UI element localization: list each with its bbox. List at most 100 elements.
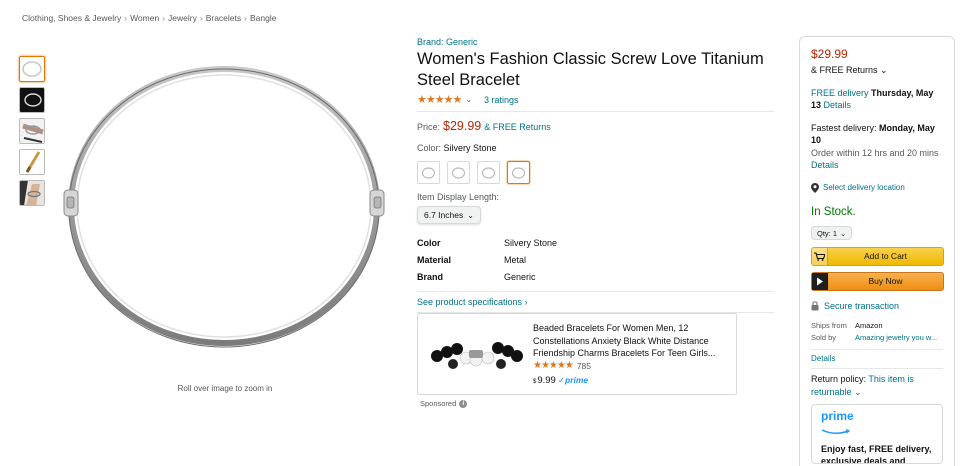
sponsored-product-image[interactable] xyxy=(428,334,525,374)
breadcrumb-item-jewelry[interactable]: Jewelry xyxy=(168,13,197,23)
color-swatch-selected[interactable] xyxy=(507,161,530,184)
ships-from-value: Amazon xyxy=(855,320,883,330)
price-value: $29.99 xyxy=(443,119,482,133)
add-to-cart-label: Add to Cart xyxy=(864,251,907,261)
ships-sold-table: Ships from Amazon Sold by Amazing jewelr… xyxy=(811,319,943,343)
rating-count[interactable]: 785 xyxy=(577,361,591,371)
length-value: 6.7 Inches xyxy=(424,210,464,220)
screwdriver-thumbnail-image xyxy=(25,151,41,173)
seller-details-link[interactable]: Details xyxy=(811,354,943,363)
beaded-bracelet-image xyxy=(431,342,523,369)
breadcrumb-separator: › xyxy=(199,13,203,23)
prime-badge-icon: ✓prime xyxy=(557,375,589,385)
select-location-link[interactable]: Select delivery location xyxy=(823,182,905,195)
star-rating[interactable]: ★★★★★ xyxy=(417,93,462,106)
prime-promo-text: Enjoy fast, FREE delivery, exclusive dea… xyxy=(821,444,932,464)
color-swatches xyxy=(417,161,774,184)
color-row: Color: Silvery Stone xyxy=(417,143,774,153)
lock-icon xyxy=(811,300,819,311)
buy-now-label: Buy Now xyxy=(868,276,903,286)
sponsored-text: Sponsored xyxy=(420,399,457,408)
free-delivery-link[interactable]: FREE delivery xyxy=(811,88,869,98)
spec-row: Brand Generic xyxy=(417,268,774,285)
breadcrumb-item-women[interactable]: Women xyxy=(130,13,159,23)
price-label: Price: xyxy=(417,122,441,132)
fastest-details-link[interactable]: Details xyxy=(811,159,943,172)
sold-by-row: Sold by Amazing jewelry you w... xyxy=(811,331,943,343)
bracelet-dark-thumbnail-image xyxy=(20,88,44,112)
info-icon[interactable]: i xyxy=(459,399,468,408)
spec-key: Brand xyxy=(417,271,444,282)
secure-transaction-link[interactable]: Secure transaction xyxy=(824,300,899,313)
breadcrumb-item-bracelets[interactable]: Bracelets xyxy=(206,13,241,23)
zoom-hint: Roll over image to zoom in xyxy=(177,384,273,393)
thumbnail-list xyxy=(19,56,47,211)
breadcrumb-item-clothing[interactable]: Clothing, Shoes & Jewelry xyxy=(22,13,121,23)
main-product-image[interactable] xyxy=(58,58,396,358)
breadcrumb: Clothing, Shoes & Jewelry › Women › Jewelry ›… xyxy=(22,13,276,23)
fastest-delivery-info: Fastest delivery: Monday, May 10 Order w… xyxy=(811,122,943,172)
color-swatch[interactable] xyxy=(477,161,500,184)
thumbnail-bracelet-white[interactable] xyxy=(19,56,45,82)
location-pin-icon xyxy=(811,182,819,193)
sponsored-price: $ 9.99 ✓prime xyxy=(533,375,588,386)
secure-transaction[interactable]: Secure transaction xyxy=(811,300,943,313)
free-returns-link[interactable]: & FREE Returns xyxy=(484,122,551,132)
price-row: Price: $29.99 & FREE Returns xyxy=(417,119,774,133)
free-delivery-info: FREE delivery Thursday, May 13 Details xyxy=(811,87,943,112)
chevron-down-icon[interactable]: ⌄ xyxy=(854,387,862,397)
thumbnail-bracelet-on-wrist[interactable] xyxy=(19,180,45,206)
sponsored-product-title[interactable]: Beaded Bracelets For Women Men, 12 Const… xyxy=(533,322,728,360)
bracelet-swatch-image xyxy=(451,166,466,179)
prime-logo: prime xyxy=(821,409,854,423)
thumbnail-screwdriver[interactable] xyxy=(19,149,45,175)
chevron-down-icon: ⌄ xyxy=(467,210,474,220)
thumbnail-bracelet-worn[interactable] xyxy=(19,118,45,144)
see-specs-link[interactable]: See product specifications › xyxy=(417,297,774,307)
delivery-details-link[interactable]: Details xyxy=(824,100,852,110)
color-swatch[interactable] xyxy=(447,161,470,184)
breadcrumb-item-bangle[interactable]: Bangle xyxy=(250,13,276,23)
sponsored-product-card[interactable]: Beaded Bracelets For Women Men, 12 Const… xyxy=(417,313,737,395)
fastest-delivery-label: Fastest delivery: xyxy=(811,122,877,133)
length-label: Item Display Length: xyxy=(417,192,500,202)
currency-symbol: $ xyxy=(533,379,537,385)
ratings-count-link[interactable]: 3 ratings xyxy=(484,95,519,105)
prime-promo[interactable]: prime Enjoy fast, FREE delivery, exclusi… xyxy=(811,404,943,464)
delivery-location[interactable]: Select delivery location xyxy=(811,182,943,195)
order-within-text: Order within 12 hrs and 20 mins xyxy=(811,147,939,158)
buybox-free-returns-link[interactable]: & FREE Returns ⌄ xyxy=(811,64,943,77)
sold-by-label: Sold by xyxy=(811,332,837,342)
return-policy: Return policy: This item is returnable ⌄ xyxy=(811,373,943,398)
bracelet-image xyxy=(63,66,385,348)
wrist-thumbnail-image xyxy=(20,181,44,205)
chevron-down-icon: ⌄ xyxy=(840,228,847,238)
bracelet-swatch-image xyxy=(421,166,436,179)
breadcrumb-separator: › xyxy=(162,13,166,23)
divider xyxy=(811,349,943,350)
prime-smile-icon xyxy=(821,428,851,434)
buy-now-button[interactable]: Buy Now xyxy=(811,271,944,291)
breadcrumb-separator: › xyxy=(124,13,128,23)
ships-from-row: Ships from Amazon xyxy=(811,319,943,331)
play-icon xyxy=(812,272,828,290)
spec-row: Color Silvery Stone xyxy=(417,234,774,251)
buy-box: $29.99 & FREE Returns ⌄ FREE delivery Th… xyxy=(799,36,955,466)
product-title: Women's Fashion Classic Screw Love Titan… xyxy=(417,50,764,89)
quantity-value: Qty: 1 xyxy=(817,228,838,238)
color-swatch[interactable] xyxy=(417,161,440,184)
spec-value: Metal xyxy=(504,254,527,265)
chevron-down-icon[interactable]: ⌄ xyxy=(465,95,472,104)
spec-key: Material xyxy=(417,254,452,265)
return-policy-label: Return policy: xyxy=(811,374,867,384)
star-rating[interactable]: ★★★★★ xyxy=(533,360,574,371)
breadcrumb-separator: › xyxy=(244,13,247,23)
length-dropdown[interactable]: 6.7 Inches ⌄ xyxy=(417,206,481,224)
seller-link[interactable]: Amazing jewelry you w... xyxy=(855,333,937,342)
thumbnail-bracelet-black[interactable] xyxy=(19,87,45,113)
divider xyxy=(417,291,774,292)
add-to-cart-button[interactable]: Add to Cart xyxy=(811,246,944,266)
quantity-dropdown[interactable]: Qty: 1 ⌄ xyxy=(811,226,853,240)
brand-link[interactable]: Brand: Generic xyxy=(417,37,774,47)
divider xyxy=(417,111,774,112)
